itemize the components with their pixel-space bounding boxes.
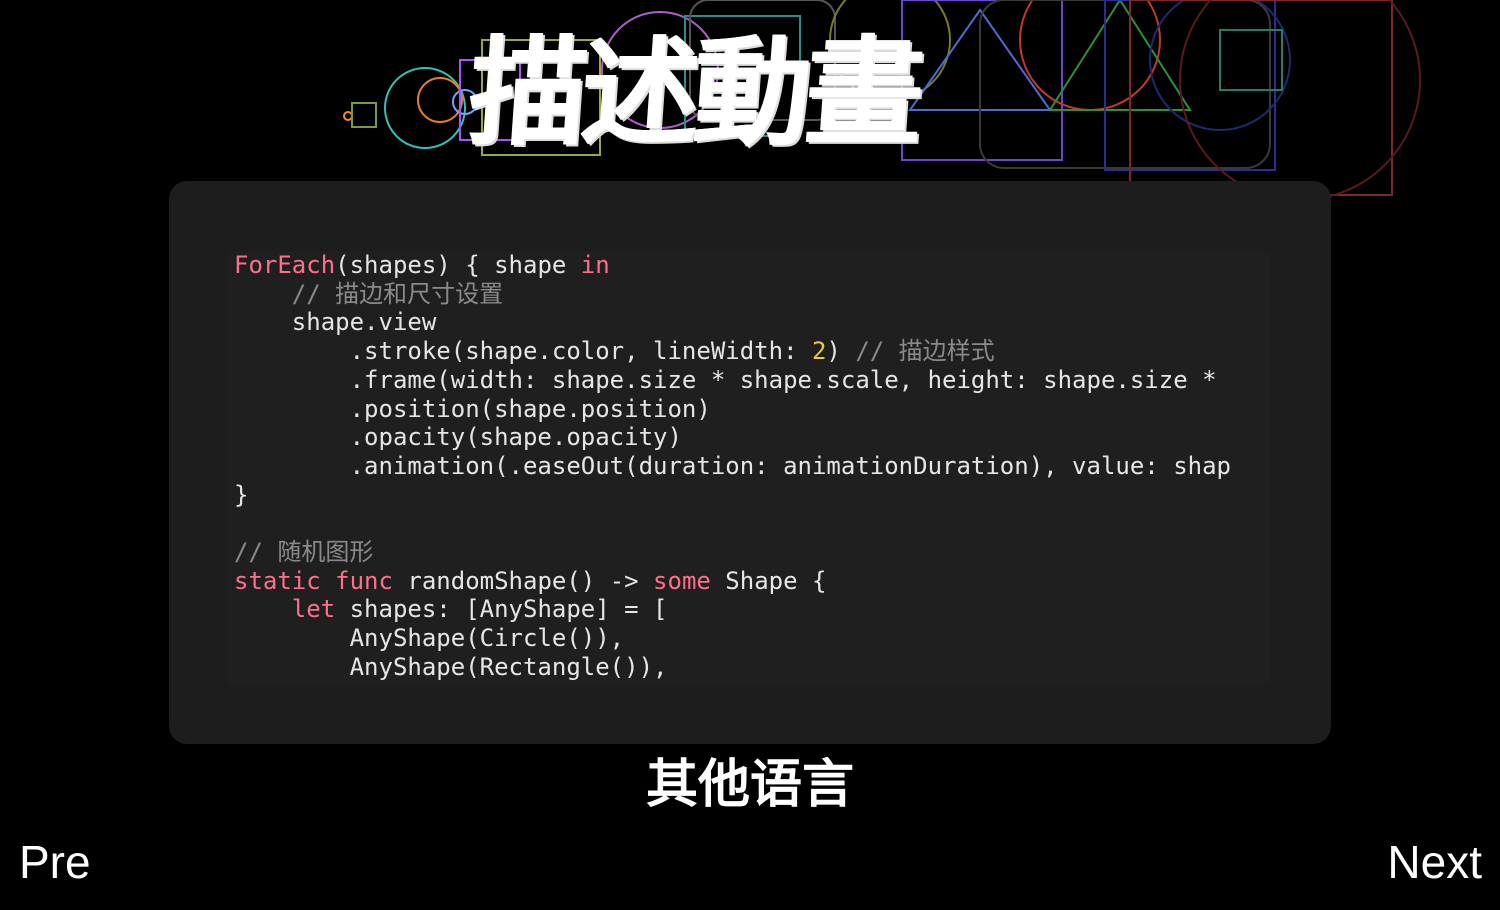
code-line: }: [234, 481, 248, 509]
code-card: ForEach(shapes) { shape in // 描边和尺寸设置 sh…: [169, 181, 1331, 744]
code-text: shape.view: [291, 308, 437, 337]
code-line: .stroke(shape.color, lineWidth: 2) // 描边…: [234, 337, 995, 365]
code-line: static func randomShape() -> some Shape …: [234, 567, 826, 595]
code-keyword: let: [291, 595, 336, 624]
code-line: shape.view: [234, 308, 437, 337]
code-text: Shape {: [710, 566, 827, 595]
code-keyword: static: [234, 566, 321, 595]
code-line: // 随机图形: [234, 538, 373, 566]
code-keyword: func: [335, 566, 393, 595]
code-text: .opacity(shape.opacity): [349, 423, 682, 452]
code-line: // 描边和尺寸设置: [234, 280, 503, 308]
code-text: AnyShape(Rectangle()),: [349, 652, 668, 681]
code-block[interactable]: ForEach(shapes) { shape in // 描边和尺寸设置 sh…: [228, 251, 1270, 684]
deco-rect-teal-small: [1219, 29, 1283, 91]
code-keyword: some: [653, 566, 711, 595]
code-keyword: in: [580, 251, 610, 279]
code-comment: // 随机图形: [234, 538, 374, 566]
code-text: (shapes) { shape: [335, 251, 581, 279]
page-title: 描述動畫: [465, 23, 923, 162]
code-line: let shapes: [AnyShape] = [: [234, 595, 668, 623]
deco-square-small: [351, 102, 377, 128]
deco-circle-green: [384, 67, 466, 149]
code-text: }: [234, 480, 249, 509]
code-line: .opacity(shape.opacity): [234, 423, 682, 451]
slide-page: 描述動畫 ForEach(shapes) { shape in // 描边和尺寸…: [0, 0, 1500, 910]
deco-circle-orange: [417, 77, 463, 123]
code-text: randomShape() ->: [392, 566, 654, 595]
next-button[interactable]: Next: [1387, 832, 1482, 892]
code-comment: // 描边样式: [855, 337, 995, 366]
deco-rect-purple-large: [901, 0, 1063, 161]
code-line: AnyShape(Circle()),: [234, 624, 625, 653]
code-line: .position(shape.position): [234, 395, 711, 423]
prev-button[interactable]: Pre: [19, 832, 91, 892]
code-text: .frame(width: shape.size * shape.scale, …: [349, 365, 1217, 394]
code-number: 2: [811, 337, 827, 366]
deco-circle-small: [343, 111, 353, 121]
code-line: .frame(width: shape.size * shape.scale, …: [234, 366, 1217, 394]
code-comment: // 描边和尺寸设置: [291, 279, 504, 308]
code-line: .animation(.easeOut(duration: animationD…: [234, 452, 1231, 480]
code-text: .stroke(shape.color, lineWidth:: [349, 337, 812, 366]
deco-triangle-green: [1048, 0, 1192, 111]
code-text: ): [826, 337, 856, 366]
code-line: AnyShape(Rectangle()),: [234, 652, 668, 681]
code-text: .animation(.easeOut(duration: animationD…: [349, 451, 1231, 480]
deco-rounded-rect-gray-large: [979, 0, 1271, 169]
code-text: shapes: [AnyShape] = [: [335, 595, 668, 624]
subtitle: 其他语言: [645, 755, 854, 815]
code-keyword: ForEach: [234, 251, 336, 279]
code-line: ForEach(shapes) { shape in: [234, 251, 610, 279]
code-text: .position(shape.position): [349, 394, 711, 423]
deco-circle-red: [1019, 0, 1161, 111]
code-text: AnyShape(Circle()),: [349, 624, 625, 653]
